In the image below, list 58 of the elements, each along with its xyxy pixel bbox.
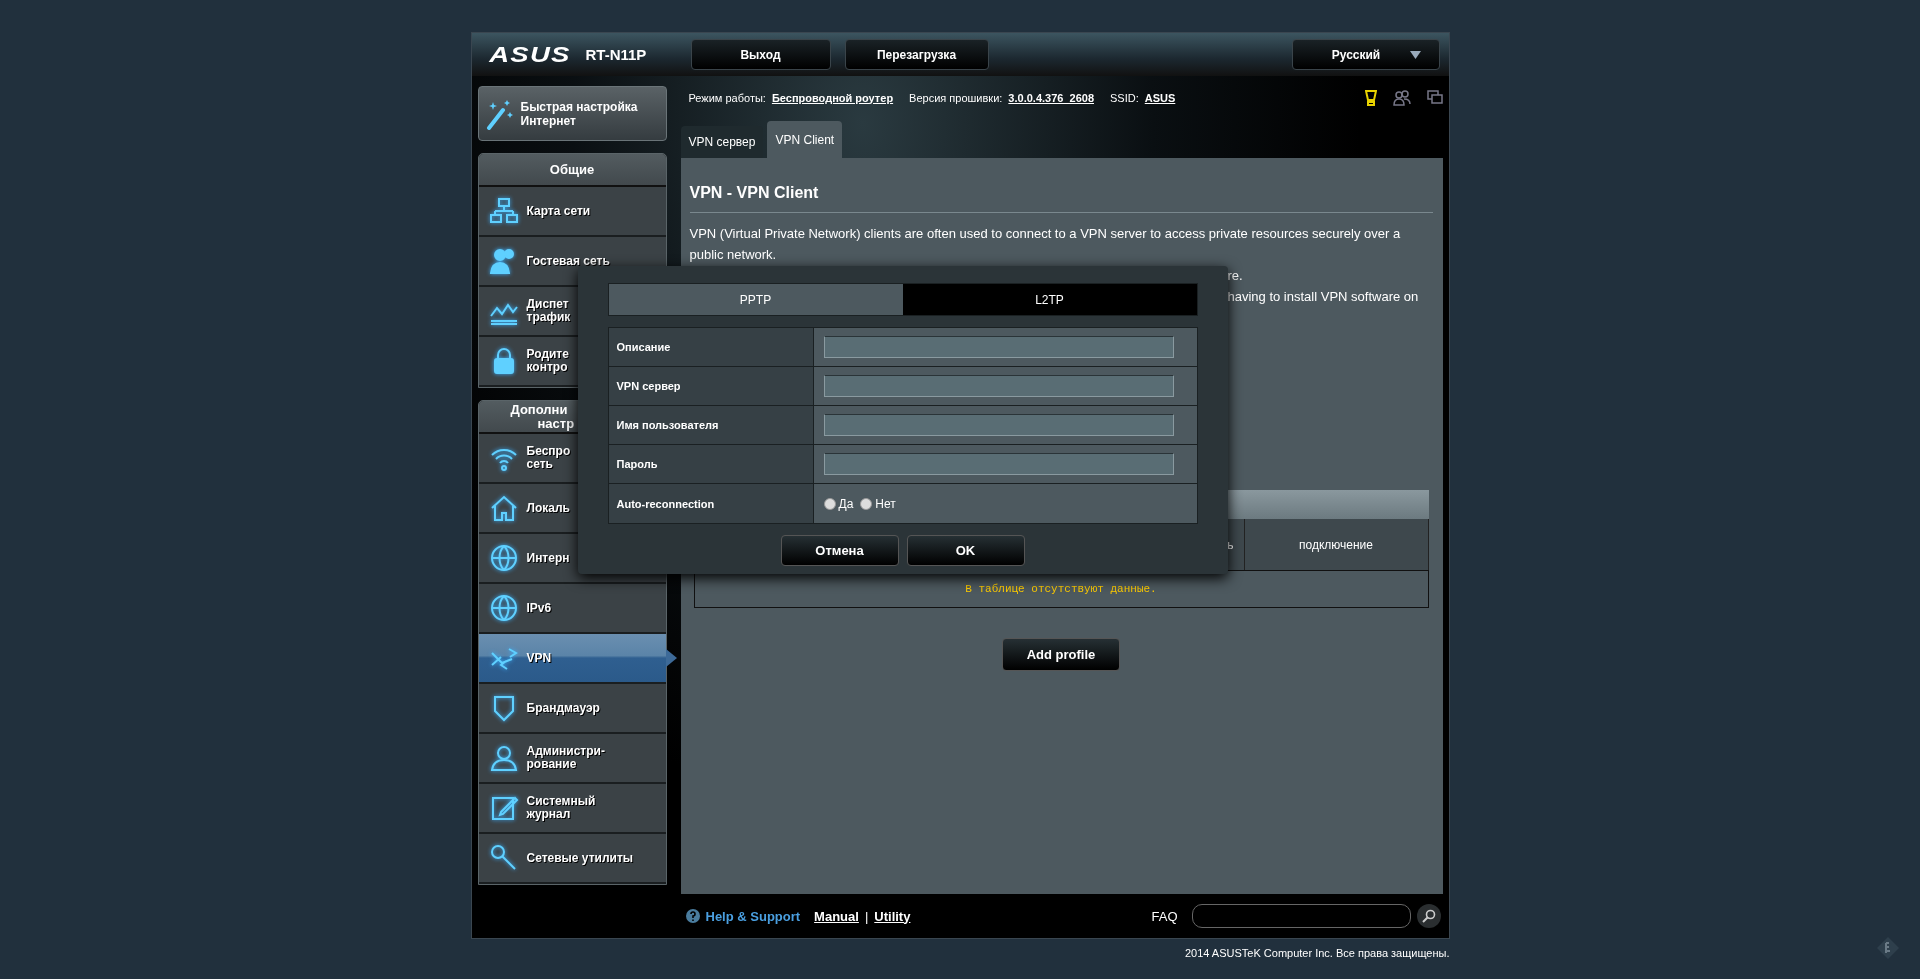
description-text: re.	[1227, 267, 1243, 285]
status-link[interactable]: Беспроводной роутер	[771, 91, 894, 104]
header-button[interactable]: Выход	[690, 39, 831, 70]
radio-label: Да	[838, 496, 854, 511]
field-label: Имя пользователя	[608, 406, 814, 444]
tab[interactable]: VPN Client	[767, 121, 843, 158]
person-icon	[488, 743, 519, 773]
input-field[interactable]	[823, 453, 1174, 475]
globe-icon	[488, 593, 519, 623]
section-title: Общие	[478, 154, 666, 187]
status-label: Версия прошивки:	[909, 91, 1003, 104]
status-link[interactable]: ASUS	[1144, 91, 1176, 104]
logo: ASUS	[488, 41, 572, 68]
status-link[interactable]: 3.0.0.4.376_2608	[1008, 91, 1094, 104]
radio-button[interactable]	[860, 497, 873, 510]
field-label: VPN сервер	[608, 367, 814, 405]
help-icon	[685, 909, 700, 923]
add-profile-button[interactable]: Add profile	[1002, 638, 1120, 671]
utility-link[interactable]: Utility	[874, 908, 911, 924]
globe-icon	[488, 543, 519, 573]
help-support-link[interactable]: Help & Support	[705, 908, 801, 924]
status-label: SSID:	[1110, 91, 1139, 104]
description-text: having to install VPN software on	[1227, 288, 1419, 306]
description-text: VPN (Virtual Private Network) clients are often used to connect to a VPN server to access private resources securely over a public network.	[689, 225, 1402, 264]
copyright-text: 2014 ASUSTeK Computer Inc. Все права защищены.	[1183, 947, 1450, 959]
search-button[interactable]	[1416, 904, 1441, 928]
quick-setup-button[interactable]: Быстрая настройка Интернет	[477, 86, 667, 141]
protocol-tab[interactable]: PPTP	[608, 284, 903, 315]
people-icon[interactable]	[1392, 89, 1411, 106]
dialog-button[interactable]: Отмена	[780, 535, 899, 566]
input-field[interactable]	[823, 414, 1174, 436]
lightbulb-icon[interactable]	[1364, 89, 1377, 106]
dialog-button[interactable]: OK	[906, 535, 1025, 566]
faq-label: FAQ	[1151, 908, 1178, 924]
language-dropdown[interactable]: Русский	[1291, 39, 1440, 70]
windows-icon[interactable]	[1426, 90, 1443, 105]
separator: |	[864, 908, 869, 924]
network-map-icon	[488, 196, 519, 226]
input-field[interactable]	[823, 375, 1174, 397]
field-label: Auto-reconnection	[608, 484, 814, 523]
caret-icon	[1410, 50, 1422, 59]
column-header: подключение	[1298, 536, 1374, 554]
protocol-tab[interactable]: L2TP	[902, 284, 1197, 315]
empty-table-message: В таблице отсутствуют данные.	[693, 570, 1429, 608]
radio-label: Нет	[875, 496, 896, 511]
model-name: RT-N11P	[585, 46, 648, 63]
sidebar-item[interactable]: VPN	[478, 634, 666, 684]
header-button[interactable]: Перезагрузка	[844, 39, 989, 70]
faq-search-field[interactable]	[1191, 904, 1411, 928]
page-title: VPN - VPN Client	[689, 184, 820, 202]
status-label: Режим работы:	[688, 91, 766, 104]
field-label: Пароль	[608, 445, 814, 483]
manual-link[interactable]: Manual	[814, 908, 859, 924]
input-field[interactable]	[823, 336, 1174, 358]
radio-button[interactable]	[823, 497, 836, 510]
field-label: Описание	[608, 328, 814, 366]
feedback-icon[interactable]	[1876, 936, 1900, 960]
search-icon	[1421, 909, 1436, 923]
